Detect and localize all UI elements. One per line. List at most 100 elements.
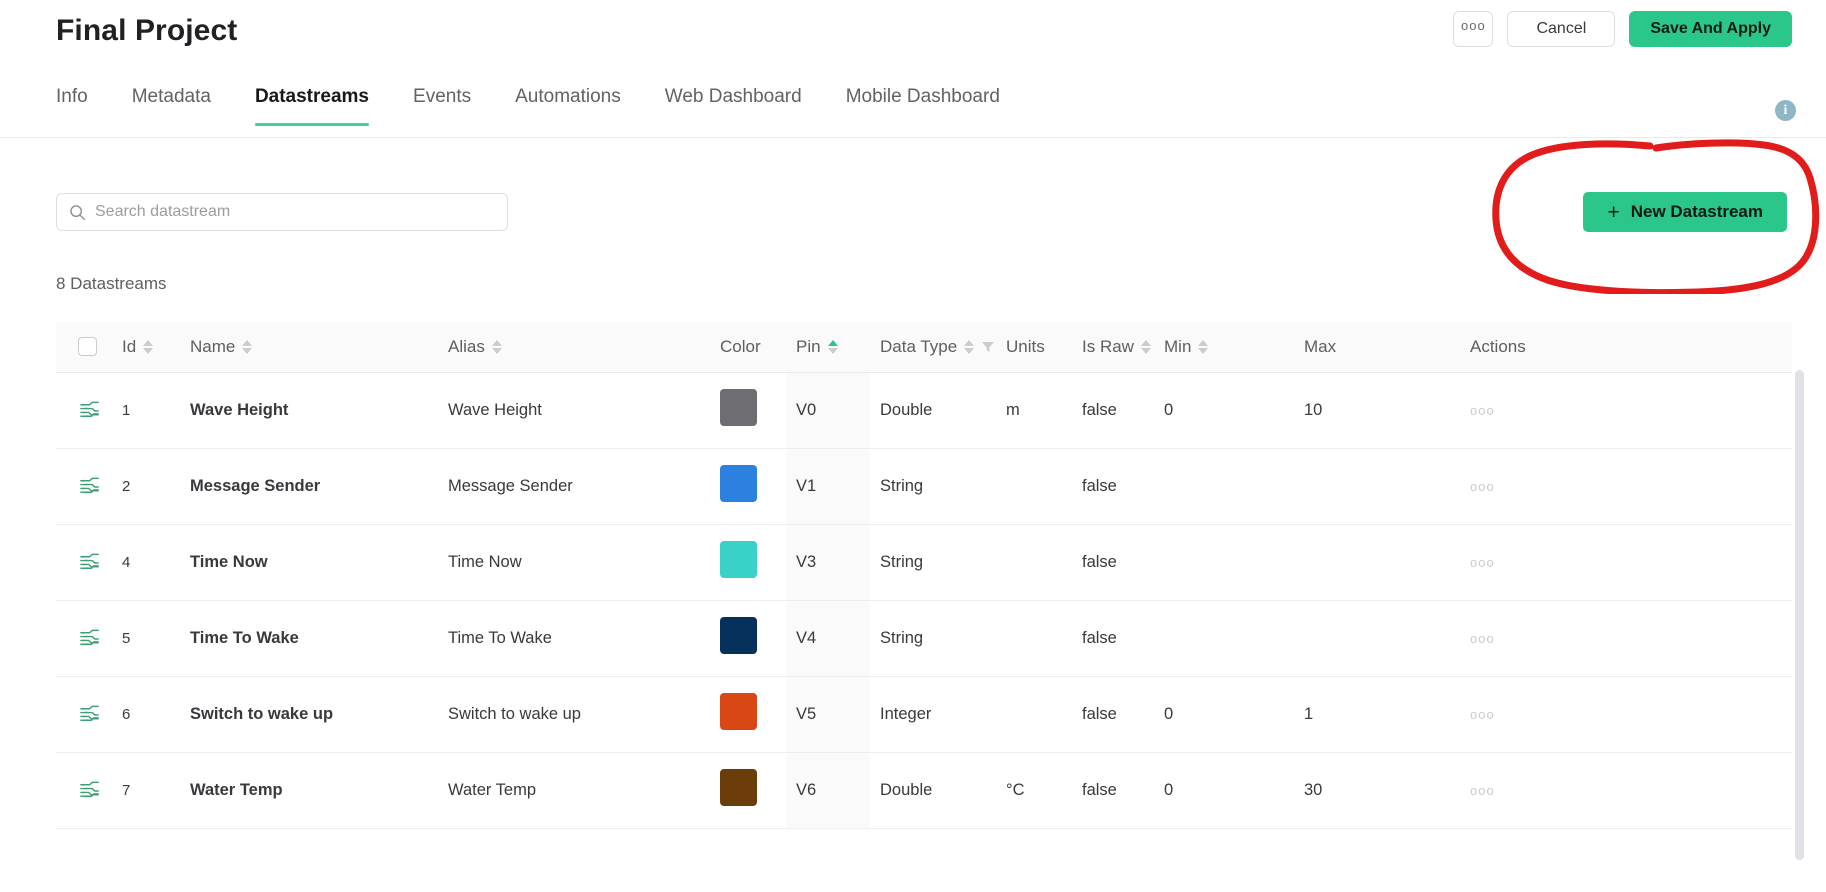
cancel-button[interactable]: Cancel [1507, 11, 1615, 47]
tab-web-dashboard[interactable]: Web Dashboard [643, 76, 824, 126]
color-swatch[interactable] [720, 389, 757, 426]
cell-id: 1 [112, 372, 180, 448]
new-datastream-button[interactable]: + New Datastream [1583, 192, 1787, 232]
sort-toggle-id[interactable] [143, 340, 153, 354]
cell-color[interactable] [710, 600, 786, 676]
column-header-israw[interactable]: Is Raw [1072, 322, 1154, 372]
cell-color[interactable] [710, 752, 786, 828]
table-row[interactable]: 4Time NowTime NowV3Stringfalseooo [56, 524, 1792, 600]
column-label-color: Color [720, 337, 761, 357]
table-row[interactable]: 2Message SenderMessage SenderV1Stringfal… [56, 448, 1792, 524]
tab-metadata[interactable]: Metadata [110, 76, 233, 126]
new-datastream-label: New Datastream [1631, 202, 1763, 222]
save-and-apply-button[interactable]: Save And Apply [1629, 11, 1792, 47]
vertical-scrollbar[interactable] [1795, 370, 1804, 860]
cell-alias: Time To Wake [438, 600, 710, 676]
column-header-pin[interactable]: Pin [786, 322, 870, 372]
sort-toggle-min[interactable] [1198, 340, 1208, 354]
cell-units [996, 448, 1072, 524]
datastream-icon [78, 475, 101, 498]
cell-actions[interactable]: ooo [1460, 524, 1792, 600]
cell-alias: Water Temp [438, 752, 710, 828]
cell-datatype: String [870, 524, 996, 600]
datastream-icon [78, 779, 101, 802]
sort-toggle-israw[interactable] [1141, 340, 1151, 354]
column-header-id[interactable]: Id [112, 322, 180, 372]
column-header-alias[interactable]: Alias [438, 322, 710, 372]
tab-info[interactable]: Info [56, 76, 110, 126]
cell-max: 30 [1294, 752, 1460, 828]
row-actions-button[interactable]: ooo [1470, 783, 1495, 798]
datastream-icon [78, 703, 101, 726]
cell-min [1154, 524, 1294, 600]
toolbar: + New Datastream [0, 138, 1826, 248]
sort-toggle-pin[interactable] [828, 340, 838, 354]
column-label-units: Units [1006, 337, 1045, 357]
row-actions-button[interactable]: ooo [1470, 555, 1495, 570]
color-swatch[interactable] [720, 693, 757, 730]
header-actions: ooo Cancel Save And Apply [1453, 11, 1792, 47]
sort-toggle-datatype[interactable] [964, 340, 974, 354]
color-swatch[interactable] [720, 617, 757, 654]
cell-color[interactable] [710, 524, 786, 600]
select-all-checkbox[interactable] [78, 337, 97, 356]
cell-datatype: String [870, 600, 996, 676]
color-swatch[interactable] [720, 769, 757, 806]
tab-automations[interactable]: Automations [493, 76, 643, 126]
search-box[interactable] [56, 193, 508, 231]
table-row[interactable]: 6Switch to wake upSwitch to wake upV5Int… [56, 676, 1792, 752]
color-swatch[interactable] [720, 465, 757, 502]
cell-id: 2 [112, 448, 180, 524]
filter-funnel-icon[interactable] [981, 340, 995, 354]
column-label-max: Max [1304, 337, 1336, 357]
more-options-button[interactable]: ooo [1453, 11, 1493, 47]
cell-actions[interactable]: ooo [1460, 372, 1792, 448]
info-icon[interactable]: i [1775, 100, 1796, 121]
column-header-actions: Actions [1460, 322, 1792, 372]
cell-actions[interactable]: ooo [1460, 448, 1792, 524]
datastreams-page: Final Project ooo Cancel Save And Apply … [0, 0, 1826, 892]
column-header-name[interactable]: Name [180, 322, 438, 372]
cell-name: Message Sender [180, 448, 438, 524]
datastream-icon [78, 399, 101, 422]
cell-pin: V0 [786, 372, 870, 448]
cell-name: Water Temp [180, 752, 438, 828]
column-header-units: Units [996, 322, 1072, 372]
column-header-min[interactable]: Min [1154, 322, 1294, 372]
datastreams-table: IdNameAlias Color PinData Type Units Is Raw M… [56, 322, 1792, 829]
table-row[interactable]: 1Wave HeightWave HeightV0Doublemfalse010… [56, 372, 1792, 448]
row-actions-button[interactable]: ooo [1470, 707, 1495, 722]
sort-toggle-alias[interactable] [492, 340, 502, 354]
cell-actions[interactable]: ooo [1460, 600, 1792, 676]
cell-color[interactable] [710, 372, 786, 448]
row-actions-button[interactable]: ooo [1470, 631, 1495, 646]
tab-events[interactable]: Events [391, 76, 493, 126]
cell-color[interactable] [710, 448, 786, 524]
plus-icon: + [1607, 202, 1619, 223]
row-datastream-icon-cell [56, 676, 112, 752]
cell-actions[interactable]: ooo [1460, 676, 1792, 752]
cell-name: Switch to wake up [180, 676, 438, 752]
row-actions-button[interactable]: ooo [1470, 479, 1495, 494]
column-label-israw: Is Raw [1082, 337, 1134, 357]
tab-datastreams[interactable]: Datastreams [233, 76, 391, 126]
sort-toggle-name[interactable] [242, 340, 252, 354]
cell-units [996, 600, 1072, 676]
table-body: 1Wave HeightWave HeightV0Doublemfalse010… [56, 372, 1792, 828]
cell-name: Time Now [180, 524, 438, 600]
cell-max [1294, 448, 1460, 524]
search-input[interactable] [95, 203, 495, 221]
column-header-datatype[interactable]: Data Type [870, 322, 996, 372]
column-header-select [56, 322, 112, 372]
table-row[interactable]: 7Water TempWater TempV6Double°Cfalse030o… [56, 752, 1792, 828]
cell-id: 6 [112, 676, 180, 752]
tab-mobile-dashboard[interactable]: Mobile Dashboard [824, 76, 1022, 126]
color-swatch[interactable] [720, 541, 757, 578]
search-icon [69, 204, 86, 221]
ellipsis-icon: ooo [1461, 24, 1486, 28]
cell-actions[interactable]: ooo [1460, 752, 1792, 828]
row-actions-button[interactable]: ooo [1470, 403, 1495, 418]
cell-is-raw: false [1072, 676, 1154, 752]
table-row[interactable]: 5Time To WakeTime To WakeV4Stringfalseoo… [56, 600, 1792, 676]
cell-color[interactable] [710, 676, 786, 752]
